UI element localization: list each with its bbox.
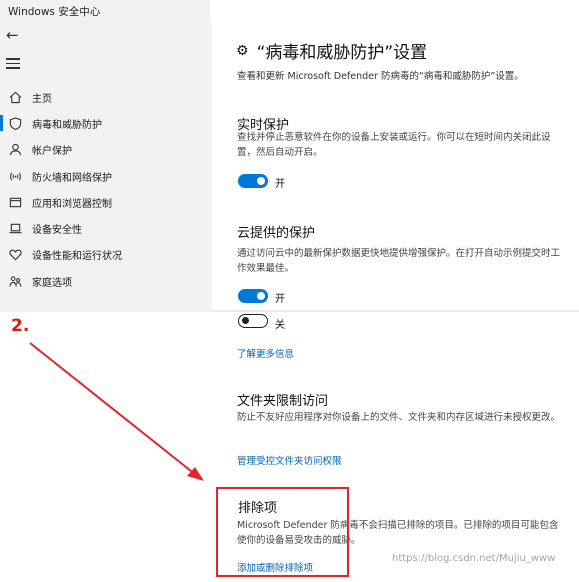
step-label: 2.	[11, 316, 30, 336]
person-icon	[8, 143, 22, 157]
folder-access-title: 文件夹限制访问	[237, 394, 329, 409]
sidebar-item-label: 设备性能和运行状况	[32, 251, 122, 263]
sidebar-item-virus-protection[interactable]: 病毒和威胁防护	[0, 110, 212, 136]
manage-folder-access-link[interactable]: 管理受控文件夹访问权限	[237, 453, 342, 467]
sample-submission-toggle[interactable]	[238, 314, 268, 328]
highlight-box	[216, 487, 349, 577]
cloud-protection-title: 云提供的保护	[237, 226, 316, 241]
cloud-protection-description: 通过访问云中的最新保护数据更快地提供增强保护。在打开自动示例提交时工作效果最佳。	[237, 248, 561, 274]
home-icon	[8, 90, 22, 104]
realtime-protection-toggle[interactable]	[238, 174, 268, 188]
app-window-icon	[8, 195, 22, 209]
cloud-toggle-label: 开	[275, 294, 285, 305]
sidebar-item-account-protection[interactable]: 帐户保护	[0, 137, 212, 163]
toggle-knob	[242, 317, 249, 324]
sidebar-nav: 主页 病毒和威胁防护 帐户保护 防火墙和网络保护 应用和浏览器控制 设备安全性 …	[0, 84, 212, 294]
realtime-toggle-label: 开	[275, 179, 285, 190]
page-title: ⚙︎ “病毒和威胁防护”设置	[236, 38, 428, 64]
security-center-window: Windows 安全中心 ← 主页 病毒和威胁防护 帐户保护 防火墙和网络保护 …	[0, 0, 579, 312]
toggle-knob	[257, 177, 265, 185]
screenshot-divider	[212, 310, 579, 312]
sidebar-item-home[interactable]: 主页	[0, 84, 212, 110]
back-arrow-icon[interactable]: ←	[6, 27, 22, 43]
cloud-protection-toggle[interactable]	[238, 289, 268, 303]
title-bar: Windows 安全中心	[0, 0, 210, 22]
wifi-signal-icon	[8, 169, 22, 183]
sidebar-item-label: 病毒和威胁防护	[32, 119, 102, 131]
gear-icon: ⚙︎	[236, 42, 249, 59]
family-icon	[8, 274, 22, 288]
shield-icon	[8, 116, 22, 130]
learn-more-link[interactable]: 了解更多信息	[237, 346, 294, 360]
sidebar-item-device-health[interactable]: 设备性能和运行状况	[0, 242, 212, 268]
heart-icon	[8, 248, 22, 262]
sidebar-item-label: 设备安全性	[32, 225, 82, 237]
watermark: https://blog.csdn.net/Mujiu_www	[392, 553, 556, 564]
sidebar-item-label: 防火墙和网络保护	[32, 172, 112, 184]
sidebar-item-app-browser-control[interactable]: 应用和浏览器控制	[0, 189, 212, 215]
sample-toggle-label: 关	[275, 320, 285, 331]
toggle-knob	[257, 292, 265, 300]
sidebar-item-label: 应用和浏览器控制	[32, 198, 112, 210]
hamburger-menu-icon[interactable]	[6, 58, 20, 70]
window-title: Windows 安全中心	[8, 6, 101, 18]
sidebar-item-label: 主页	[32, 93, 52, 105]
sidebar-item-label: 家庭选项	[32, 277, 72, 289]
sidebar-item-label: 帐户保护	[32, 146, 72, 158]
sidebar-item-device-security[interactable]: 设备安全性	[0, 215, 212, 241]
page-title-text: “病毒和威胁防护”设置	[256, 43, 428, 63]
realtime-protection-description: 查找并停止恶意软件在你的设备上安装或运行。你可以在短时间内关闭此设置，然后自动开…	[237, 132, 551, 158]
laptop-icon	[8, 222, 22, 236]
folder-access-description: 防止不友好应用程序对你设备上的文件、文件夹和内存区域进行未授权更改。	[237, 412, 561, 423]
sidebar: ← 主页 病毒和威胁防护 帐户保护 防火墙和网络保护 应用和浏览器控制 设备安全…	[0, 22, 212, 312]
page-description: 查看和更新 Microsoft Defender 防病毒的“病毒和威胁防护”设置…	[237, 71, 524, 82]
sidebar-item-firewall[interactable]: 防火墙和网络保护	[0, 163, 212, 189]
sidebar-item-family-options[interactable]: 家庭选项	[0, 268, 212, 294]
